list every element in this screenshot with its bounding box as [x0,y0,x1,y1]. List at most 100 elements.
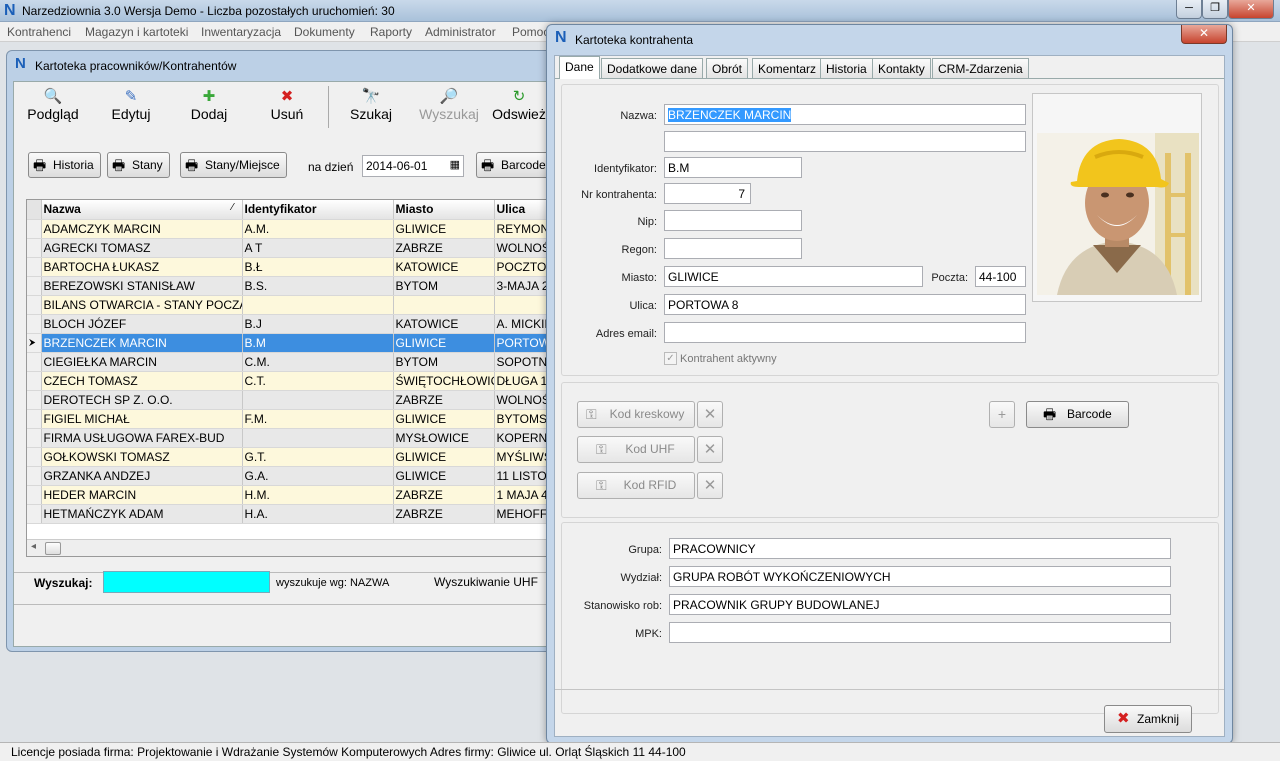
cell-name: GRZANKA ANDZEJ [41,466,243,486]
menu-inwentaryzacja[interactable]: Inwentaryzacja [201,25,281,39]
search-button[interactable]: 🔭 Szukaj [338,88,404,126]
minimize-button[interactable]: ─ [1176,0,1202,19]
menu-magazyn[interactable]: Magazyn i kartoteki [85,25,188,39]
search-input[interactable] [103,571,270,593]
app-close-button[interactable]: ✕ [1228,0,1274,19]
barcode-list-button[interactable]: 🖶 Barcode [476,152,550,178]
binoculars-icon: 🔭 [361,88,381,105]
close-icon: ✕ [1246,2,1256,14]
cell-city: ŚWIĘTOCHŁOWICE [393,371,495,391]
table-row[interactable]: BEREZOWSKI STANISŁAW B.S. BYTOM 3-MAJA 20 [27,276,549,296]
barcode-key-button[interactable]: ⚿ Kod kreskowy [577,401,695,428]
search-by-label: wyszukuje wg: NAZWA [276,577,390,589]
tab-kontakty[interactable]: Kontakty [872,58,931,78]
close-dialog-label: Zamknij [1137,712,1180,726]
group-input[interactable]: PRACOWNICY [669,538,1171,559]
table-row[interactable]: FIGIEL MICHAŁF.M.GLIWICEBYTOMSKA [27,409,549,429]
table-row[interactable]: ⮞BRZENCZEK MARCINB.MGLIWICEPORTOWA 8 [27,333,549,353]
table-row[interactable]: FIRMA USŁUGOWA FAREX-BUD MYSŁOWICEKOPERNI… [27,428,549,448]
position-input[interactable]: PRACOWNIK GRUPY BUDOWLANEJ [669,594,1171,615]
edit-button[interactable]: ✎ Edytuj [98,88,164,126]
clear-rfid-button[interactable]: ✕ [697,472,723,499]
table-row[interactable]: HETMAŃCZYK ADAMH.A.ZABRZEMEHOFFERA [27,504,549,524]
tab-crm-zdarzenia[interactable]: CRM-Zdarzenia [932,58,1029,78]
post-input[interactable]: 44-100 [975,266,1026,287]
department-input[interactable]: GRUPA ROBÓT WYKOŃCZENIOWYCH [669,566,1171,587]
table-row[interactable]: ADAMCZYK MARCINA.M.GLIWICEREYMONTA [27,219,549,239]
states-button[interactable]: 🖶 Stany [107,152,170,178]
email-input[interactable] [664,322,1026,343]
clear-barcode-button[interactable]: ✕ [697,401,723,428]
restore-icon: ❐ [1210,2,1220,14]
printer-icon: 🖶 [112,157,126,173]
refresh-button[interactable]: ↻ Odswież [488,88,550,126]
cell-street: MYŚLIWSKA [494,447,549,467]
tab-dane[interactable]: Dane [559,56,600,79]
table-row[interactable]: HEDER MARCIN H.M. ZABRZE 1 MAJA 4 [27,485,549,505]
uhf-key-button[interactable]: ⚿ Kod UHF [577,436,695,463]
row-marker [27,276,42,296]
history-button[interactable]: 🖶 Historia [28,152,101,178]
active-checkbox[interactable]: ✓ [664,352,677,365]
cell-city: ZABRZE [393,485,495,505]
scroll-left-icon[interactable]: ◂ [31,541,36,552]
menu-raporty[interactable]: Raporty [370,25,412,39]
cell-name: ADAMCZYK MARCIN [41,219,243,239]
uhf-search-label[interactable]: Wyszukiwanie UHF [434,575,538,589]
add-button[interactable]: ✚ Dodaj [176,88,242,126]
barcode-print-button[interactable]: 🖶 Barcode [1026,401,1129,428]
scrollbar-thumb[interactable] [45,542,61,555]
dialog-close-button[interactable]: ✕ [1181,25,1227,44]
identifier-input[interactable]: B.M [664,157,802,178]
table-row[interactable]: BLOCH JÓZEFB.JKATOWICEA. MICKIEWICZA [27,314,549,334]
column-header-street[interactable]: Ulica [494,200,549,220]
table-row[interactable]: CIEGIEŁKA MARCINC.M.BYTOMSOPOTNICKA [27,352,549,372]
clear-uhf-button[interactable]: ✕ [697,436,723,463]
nip-input[interactable] [664,210,802,231]
menu-administrator[interactable]: Administrator [425,25,496,39]
cell-name: DEROTECH SP Z. O.O. [41,390,243,410]
table-row[interactable]: AGRECKI TOMASZA TZABRZEWOLNOŚCI [27,238,549,258]
street-input[interactable]: PORTOWA 8 [664,294,1026,315]
city-input[interactable]: GLIWICE [664,266,923,287]
barcode-print-label: Barcode [1067,407,1112,421]
tab-obrot[interactable]: Obrót [706,58,749,78]
horizontal-scrollbar[interactable]: ◂ [27,539,549,556]
barcode-key-label: Kod kreskowy [609,407,685,421]
regon-input[interactable] [664,238,802,259]
table-row[interactable]: GRZANKA ANDZEJG.A.GLIWICE11 LISTOPADA [27,466,549,486]
plus-icon: + [997,406,1007,422]
states-places-label: Stany/Miejsce [205,158,280,172]
restore-button[interactable]: ❐ [1202,0,1228,19]
find-button[interactable]: 🔎 Wyszukaj [414,88,484,126]
tab-komentarz[interactable]: Komentarz [752,58,823,78]
states-places-button[interactable]: 🖶 Stany/Miejsce [180,152,287,178]
table-row[interactable]: BILANS OTWARCIA - STANY POCZĄTKOWE [27,295,549,315]
table-row[interactable]: GOŁKOWSKI TOMASZG.T.GLIWICEMYŚLIWSKA [27,447,549,467]
tab-historia[interactable]: Historia [820,58,873,78]
add-code-button[interactable]: + [989,401,1015,428]
preview-button[interactable]: 🔍 Podgląd [20,88,86,126]
column-header-name[interactable]: Nazwa ⁄ [41,200,243,220]
rfid-key-button[interactable]: ⚿ Kod RFID [577,472,695,499]
contractor-number-input[interactable]: 7 [664,183,751,204]
table-row[interactable]: BARTOCHA ŁUKASZB.ŁKATOWICEPOCZTOWA [27,257,549,277]
menu-dokumenty[interactable]: Dokumenty [294,25,355,39]
date-picker[interactable]: 2014-06-01 ▦ [362,155,464,177]
close-dialog-button[interactable]: ✖ Zamknij [1104,705,1192,733]
menu-kontrahenci[interactable]: Kontrahenci [7,25,71,39]
delete-button[interactable]: ✖ Usuń [254,88,320,126]
name2-input[interactable] [664,131,1026,152]
column-header-id[interactable]: Identyfikator [242,200,394,220]
column-header-city[interactable]: Miasto [393,200,495,220]
row-marker [27,390,42,410]
tab-dodatkowe-dane[interactable]: Dodatkowe dane [601,58,704,78]
table-row[interactable]: CZECH TOMASZC.T.ŚWIĘTOCHŁOWICEDŁUGA 10 [27,371,549,391]
name-input[interactable]: BRZENCZEK MARCIN [664,104,1026,125]
mpk-input[interactable] [669,622,1171,643]
table-row[interactable]: DEROTECH SP Z. O.O. ZABRZEWOLNOŚCI [27,390,549,410]
row-marker [27,409,42,429]
menu-pomoc[interactable]: Pomoc [512,25,549,39]
cell-name: BARTOCHA ŁUKASZ [41,257,243,277]
row-marker [27,352,42,372]
